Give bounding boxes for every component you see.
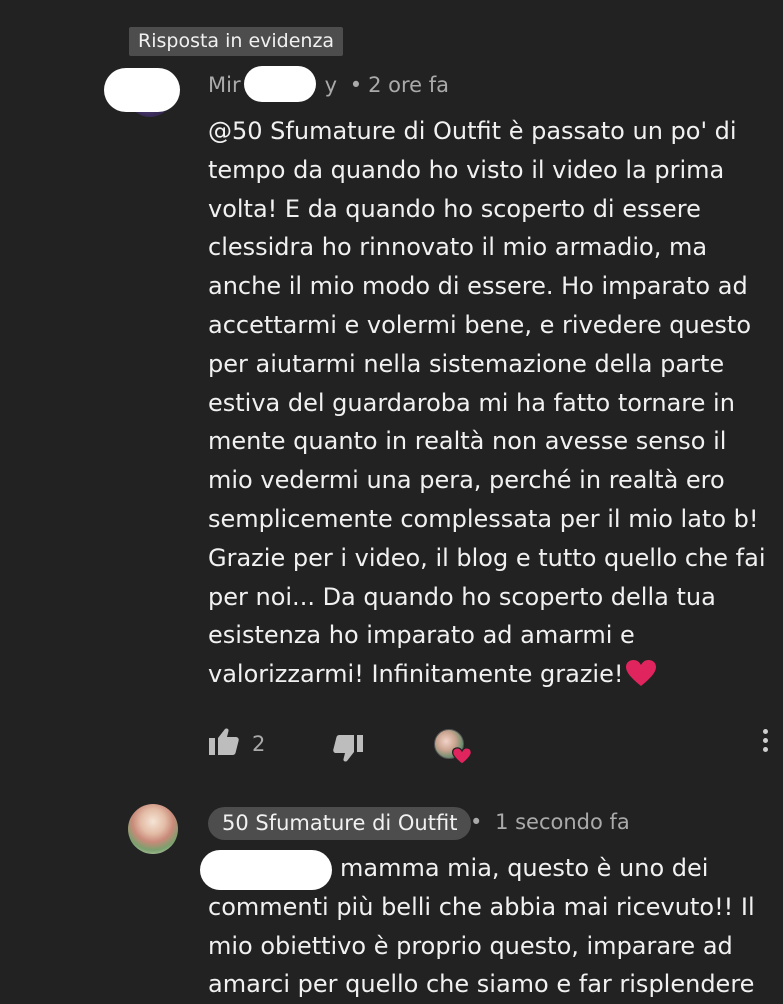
comment-line: estiva del guardaroba mi ha fatto tornar… — [208, 388, 735, 417]
comment-line: mente quanto in realtà non avesse senso … — [208, 427, 727, 456]
comment-action-bar: 2 — [208, 727, 778, 765]
like-count: 2 — [252, 732, 266, 756]
comment-author-end[interactable]: y — [325, 73, 337, 97]
redaction-mark — [244, 66, 316, 102]
highlighted-reply-badge: Risposta in evidenza — [129, 27, 344, 56]
comment-time[interactable]: 2 ore fa — [368, 73, 449, 97]
reply-line: amarci per quello che siamo e far risple… — [208, 970, 755, 999]
creator-author-chip[interactable]: 50 Sfumature di Outfit — [208, 807, 472, 840]
creator-avatar[interactable] — [128, 804, 178, 854]
comment-line: semplicemente complessata per il mio lat… — [208, 504, 759, 533]
comment-line: @50 Sfumature di Outfit è passato un po'… — [208, 117, 737, 145]
more-vertical-icon[interactable] — [758, 729, 772, 759]
comment-line-last: valorizzarmi! Infinitamente grazie! — [208, 655, 773, 699]
reply-line: mio obiettivo è proprio questo, imparare… — [208, 931, 733, 960]
reply-body: mamma mia, questo è uno dei commenti più… — [208, 849, 773, 1004]
red-heart-icon — [625, 659, 657, 699]
creator-heart-icon — [451, 747, 473, 769]
creator-heart[interactable] — [434, 729, 473, 765]
comment-line: per aiutarmi nella sistemazione della pa… — [208, 349, 725, 378]
reply-header-meta: • 1 secondo fa — [470, 810, 630, 834]
dislike-button[interactable] — [332, 733, 364, 767]
comment-line: esistenza ho imparato ad amarmi e — [208, 621, 635, 650]
comment-body: @50 Sfumature di Outfit è passato un po'… — [208, 112, 773, 699]
comment-line: anche il mio modo di essere. Ho imparato… — [208, 272, 748, 301]
reply-line: mamma mia, questo è uno dei — [340, 854, 709, 882]
comment-line: volta! E da quando ho scoperto di essere — [208, 194, 701, 223]
comment-line: tempo da quando ho visto il video la pri… — [208, 155, 725, 184]
reply-line: commenti più belli che abbia mai ricevut… — [208, 892, 755, 921]
comment-line: Grazie per i video, il blog e tutto quel… — [208, 543, 766, 572]
thumbs-down-icon — [332, 733, 364, 767]
like-button[interactable]: 2 — [208, 727, 265, 761]
comment-line: clessidra ho rinnovato il mio armadio, m… — [208, 233, 708, 262]
thumbs-up-icon — [208, 727, 240, 761]
separator-dot: • — [470, 810, 483, 834]
redaction-mark — [104, 68, 180, 112]
comment-author-start[interactable]: Mir — [208, 73, 241, 97]
comment-line: accettarmi e volermi bene, e rivedere qu… — [208, 310, 752, 339]
reply-time[interactable]: 1 secondo fa — [495, 810, 630, 834]
comment-line: mio vedermi una pera, perché in realtà e… — [208, 466, 725, 495]
separator-dot: • — [349, 73, 363, 97]
comment-line-text: valorizzarmi! Infinitamente grazie! — [208, 660, 624, 689]
comment-line: per noi... Da quando ho scoperto della t… — [208, 582, 716, 611]
